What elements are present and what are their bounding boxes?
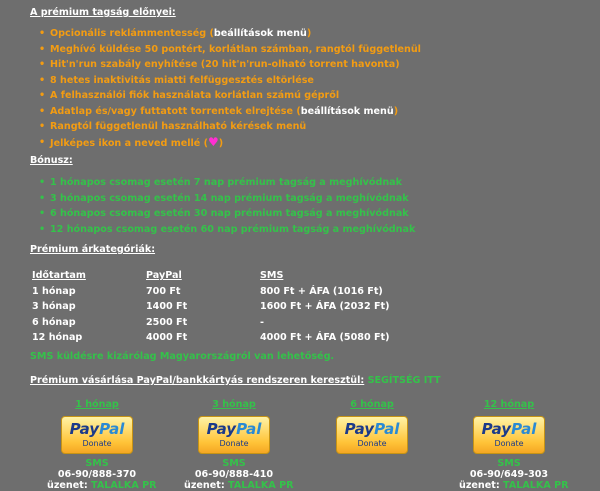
list-item: 6 hónapos csomag esetén 30 nap prémium t… [39, 206, 415, 222]
sms-number: 06-90/649-303 [469, 469, 549, 480]
sms-number: 06-90/888-370 [57, 469, 137, 480]
table-cell: 800 Ft + ÁFA (1016 Ft) [260, 285, 383, 297]
table-row: 12 hónap 4000 Ft 4000 Ft + ÁFA (5080 Ft) [32, 330, 460, 346]
package-1-month: 1 hónap PayPal Donate SMS 06-90/888-370 … [47, 397, 157, 491]
table-cell: - [260, 316, 264, 328]
sms-message: üzenet: TALALKA PR [47, 480, 157, 491]
column-header-duration: Időtartam [32, 270, 86, 282]
benefits-title: A prémium tagság előnyei: [30, 7, 176, 18]
package-link[interactable]: 1 hónap [47, 397, 147, 412]
list-item: Opcionális reklámmentesség (beállítások … [39, 26, 421, 42]
donate-label: Donate [82, 439, 112, 448]
package-12-month: 12 hónap PayPal Donate SMS 06-90/649-303… [459, 397, 569, 491]
table-cell: 6 hónap [32, 316, 76, 328]
table-cell: 4000 Ft [146, 332, 188, 344]
table-row: 6 hónap 2500 Ft - [32, 315, 460, 331]
sms-note: SMS küldésre kizárólag Magyarországról v… [30, 351, 335, 362]
purchase-label: Prémium vásárlása PayPal/bankkártyás ren… [30, 375, 365, 386]
paypal-logo: PayPal [206, 420, 262, 438]
paypal-donate-button[interactable]: PayPal Donate [198, 416, 270, 454]
sms-label: SMS [85, 458, 109, 469]
help-link[interactable]: SEGÍTSÉG ITT [368, 375, 441, 386]
settings-menu-link[interactable]: beállítások menü [214, 28, 307, 39]
list-item: Adatlap és/vagy futtatott torrentek elre… [39, 104, 421, 120]
sms-message: üzenet: TALALKA PR [459, 480, 569, 491]
table-cell: 1400 Ft [146, 301, 188, 313]
list-item: Meghívó küldése 50 pontért, korlátlan sz… [39, 42, 421, 58]
bonus-list: 1 hónapos csomag esetén 7 nap prémium ta… [39, 175, 415, 238]
sms-message: üzenet: TALALKA PR [184, 480, 294, 491]
list-item: 12 hónapos csomag esetén 60 nap prémium … [39, 222, 415, 238]
benefits-list: Opcionális reklámmentesség (beállítások … [39, 26, 421, 151]
paypal-logo: PayPal [69, 420, 125, 438]
paypal-donate-button[interactable]: PayPal Donate [61, 416, 133, 454]
settings-menu-link[interactable]: beállítások menü [301, 106, 394, 117]
sms-number: 06-90/888-410 [194, 469, 274, 480]
bonus-title: Bónusz: [30, 155, 73, 166]
pricing-title: Prémium árkategóriák: [30, 244, 156, 255]
table-cell: 1 hónap [32, 285, 76, 297]
package-link[interactable]: 3 hónap [184, 397, 284, 412]
list-item: A felhasználói fiók használata korlátlan… [39, 88, 421, 104]
pricing-table: Időtartam PayPal SMS 1 hónap 700 Ft 800 … [32, 268, 460, 346]
table-row: 3 hónap 1400 Ft 1600 Ft + ÁFA (2032 Ft) [32, 299, 460, 315]
package-6-month: 6 hónap PayPal Donate [322, 397, 422, 454]
table-row: 1 hónap 700 Ft 800 Ft + ÁFA (1016 Ft) [32, 284, 460, 300]
list-item: 3 hónapos csomag esetén 14 nap prémium t… [39, 191, 415, 207]
paypal-donate-button[interactable]: PayPal Donate [336, 416, 408, 454]
donate-label: Donate [357, 439, 387, 448]
paypal-donate-button[interactable]: PayPal Donate [473, 416, 545, 454]
list-item: 1 hónapos csomag esetén 7 nap prémium ta… [39, 175, 415, 191]
list-item: Hit'n'run szabály enyhítése (20 hit'n'ru… [39, 57, 421, 73]
package-link[interactable]: 6 hónap [322, 397, 422, 412]
list-item: 8 hetes inaktivitás miatti felfüggesztés… [39, 73, 421, 89]
donate-label: Donate [219, 439, 249, 448]
donate-label: Donate [494, 439, 524, 448]
purchase-line: Prémium vásárlása PayPal/bankkártyás ren… [30, 375, 441, 386]
sms-label: SMS [222, 458, 246, 469]
package-link[interactable]: 12 hónap [459, 397, 559, 412]
list-item: Jelképes ikon a neved mellé (♥) [39, 134, 421, 151]
table-header-row: Időtartam PayPal SMS [32, 268, 460, 284]
list-item: Rangtól függetlenül használható kérések … [39, 119, 421, 135]
table-cell: 3 hónap [32, 301, 76, 313]
paypal-logo: PayPal [481, 420, 537, 438]
table-cell: 700 Ft [146, 285, 181, 297]
table-cell: 1600 Ft + ÁFA (2032 Ft) [260, 301, 390, 313]
column-header-sms: SMS [260, 270, 284, 282]
table-cell: 12 hónap [32, 332, 83, 344]
paypal-logo: PayPal [344, 420, 400, 438]
column-header-paypal: PayPal [146, 270, 182, 282]
heart-icon: ♥ [208, 134, 219, 149]
table-cell: 2500 Ft [146, 316, 188, 328]
table-cell: 4000 Ft + ÁFA (5080 Ft) [260, 332, 390, 344]
sms-label: SMS [497, 458, 521, 469]
package-3-month: 3 hónap PayPal Donate SMS 06-90/888-410 … [184, 397, 294, 491]
